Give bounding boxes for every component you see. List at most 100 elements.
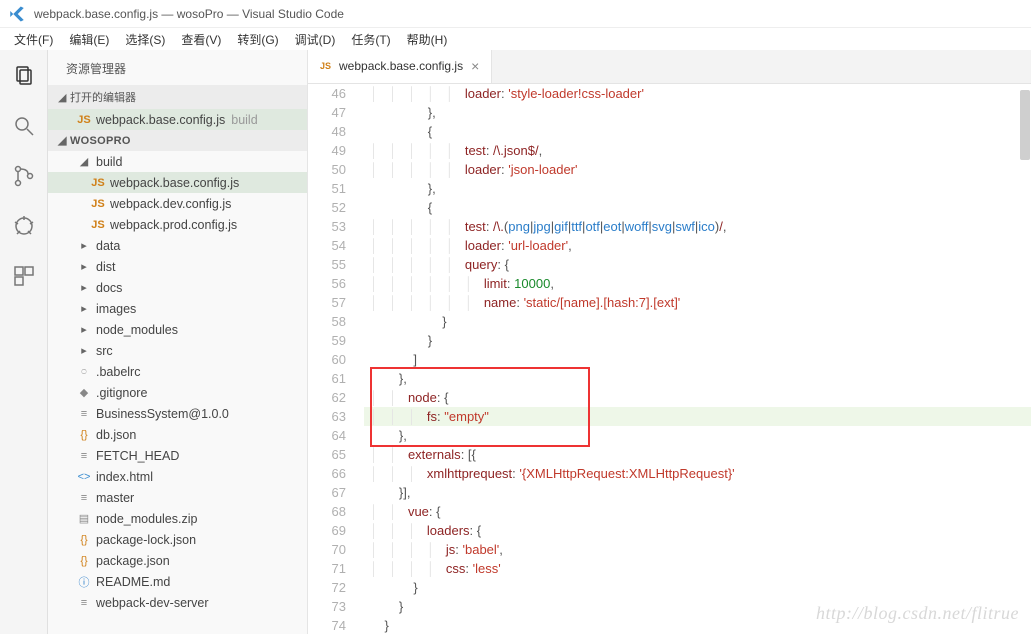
menu-item[interactable]: 文件(F) (6, 31, 61, 48)
code-text[interactable]: │ │ │ │ │ loader: 'style-loader!css-load… (364, 84, 1031, 634)
code-line[interactable]: { (364, 198, 1031, 217)
code-line[interactable]: { (364, 122, 1031, 141)
code-line[interactable]: } (364, 331, 1031, 350)
code-line[interactable]: }, (364, 179, 1031, 198)
code-line[interactable]: } (364, 616, 1031, 634)
folder-item[interactable]: ◢build (48, 151, 307, 172)
js-file-icon: JS (76, 114, 92, 126)
scm-icon[interactable] (10, 162, 38, 190)
code-line[interactable]: │ │ │ │ │ loader: 'url-loader', (364, 236, 1031, 255)
code-line[interactable]: │ │ │ │ js: 'babel', (364, 540, 1031, 559)
menu-item[interactable]: 查看(V) (173, 31, 229, 48)
code-line[interactable]: ] (364, 350, 1031, 369)
code-line[interactable]: │ │ │ │ │ │ name: 'static/[name].[hash:7… (364, 293, 1031, 312)
code-line[interactable]: │ │ │ │ css: 'less' (364, 559, 1031, 578)
tree-label: node_modules.zip (96, 512, 197, 526)
file-item[interactable]: {}db.json (48, 424, 307, 445)
folder-item[interactable]: ▸ images (48, 298, 307, 319)
tree-label: images (96, 302, 136, 316)
scrollbar-thumb[interactable] (1020, 90, 1030, 160)
tree-label: build (96, 155, 122, 169)
code-line[interactable]: │ │ │ xmlhttprequest: '{XMLHttpRequest:X… (364, 464, 1031, 483)
menu-item[interactable]: 帮助(H) (399, 31, 456, 48)
code-line[interactable]: │ │ externals: [{ (364, 445, 1031, 464)
chevron-icon: ▸ (76, 302, 92, 315)
file-type-icon: ≡ (76, 408, 92, 420)
chevron-down-icon: ◢ (58, 91, 70, 104)
file-item[interactable]: <>index.html (48, 466, 307, 487)
chevron-icon: ▸ (76, 281, 92, 294)
folder-item[interactable]: ▸ docs (48, 277, 307, 298)
tree-label: webpack.base.config.js (110, 176, 239, 190)
workspace-header[interactable]: ◢ WOSOPRO (48, 130, 307, 151)
code-line[interactable]: }, (364, 369, 1031, 388)
file-type-icon: <> (76, 471, 92, 483)
file-item[interactable]: JSwebpack.base.config.js (48, 172, 307, 193)
tab-webpack-base-config[interactable]: JS webpack.base.config.js × (308, 50, 492, 83)
folder-item[interactable]: ▸dist (48, 256, 307, 277)
vertical-scrollbar[interactable] (1019, 84, 1031, 634)
explorer-icon[interactable] (10, 62, 38, 90)
file-item[interactable]: ▤ node_modules.zip (48, 508, 307, 529)
folder-item[interactable]: ▸data (48, 235, 307, 256)
code-line[interactable]: │ │ │ loaders: { (364, 521, 1031, 540)
code-line[interactable]: │ │ │ │ │ │ limit: 10000, (364, 274, 1031, 293)
file-item[interactable]: ≡master (48, 487, 307, 508)
code-line[interactable]: │ │ │ │ │ loader: 'json-loader' (364, 160, 1031, 179)
tree-label: BusinessSystem@1.0.0 (96, 407, 229, 421)
code-line[interactable]: } (364, 578, 1031, 597)
code-line[interactable]: }], (364, 483, 1031, 502)
menu-item[interactable]: 任务(T) (343, 31, 398, 48)
window-title: webpack.base.config.js — wosoPro — Visua… (34, 7, 344, 21)
file-type-icon: ೦ (76, 365, 92, 378)
menu-item[interactable]: 调试(D) (287, 31, 344, 48)
code-line[interactable]: } (364, 312, 1031, 331)
file-item[interactable]: {}package.json (48, 550, 307, 571)
file-label: webpack.base.config.js (96, 113, 225, 127)
code-line[interactable]: │ │ node: { (364, 388, 1031, 407)
code-line[interactable]: │ │ vue: { (364, 502, 1031, 521)
tree-label: node_modules (96, 323, 178, 337)
folder-item[interactable]: ▸src (48, 340, 307, 361)
tree-label: FETCH_HEAD (96, 449, 179, 463)
debug-icon[interactable] (10, 212, 38, 240)
sidebar: 资源管理器 ◢ 打开的编辑器 JSwebpack.base.config.jsb… (48, 50, 308, 634)
file-item[interactable]: ≡ BusinessSystem@1.0.0 (48, 403, 307, 424)
code-line[interactable]: │ │ │ │ │ loader: 'style-loader!css-load… (364, 84, 1031, 103)
file-item[interactable]: {}package-lock.json (48, 529, 307, 550)
code-line[interactable]: } (364, 597, 1031, 616)
file-item[interactable]: ◆.gitignore (48, 382, 307, 403)
code-line[interactable]: }, (364, 103, 1031, 122)
search-icon[interactable] (10, 112, 38, 140)
tree-label: docs (96, 281, 122, 295)
file-item[interactable]: ≡ FETCH_HEAD (48, 445, 307, 466)
code-line[interactable]: }, (364, 426, 1031, 445)
file-item[interactable]: JSwebpack.dev.config.js (48, 193, 307, 214)
file-item[interactable]: ೦.babelrc (48, 361, 307, 382)
code-editor[interactable]: 4647484950515253545556575859606162636465… (308, 84, 1031, 634)
tree-label: webpack-dev-server (96, 596, 209, 610)
code-line[interactable]: │ │ │ │ │ test: /\.json$/, (364, 141, 1031, 160)
tree-label: README.md (96, 575, 170, 589)
extensions-icon[interactable] (10, 262, 38, 290)
menu-item[interactable]: 编辑(E) (61, 31, 117, 48)
file-item[interactable]: JSwebpack.prod.config.js (48, 214, 307, 235)
line-numbers: 4647484950515253545556575859606162636465… (308, 84, 364, 634)
menu-item[interactable]: 转到(G) (229, 31, 286, 48)
code-line[interactable]: │ │ │ │ │ test: /\.(png|jpg|gif|ttf|otf|… (364, 217, 1031, 236)
open-editors-header[interactable]: ◢ 打开的编辑器 (48, 85, 307, 109)
close-icon[interactable]: × (471, 59, 479, 73)
open-editor-item[interactable]: JSwebpack.base.config.jsbuild (48, 109, 307, 130)
folder-item[interactable]: ▸node_modules (48, 319, 307, 340)
menu-item[interactable]: 选择(S) (117, 31, 173, 48)
tree-label: master (96, 491, 134, 505)
file-item[interactable]: ⓘREADME.md (48, 571, 307, 592)
chevron-icon: ▸ (76, 260, 92, 273)
code-line[interactable]: │ │ │ fs: "empty" (364, 407, 1031, 426)
file-type-icon: ≡ (76, 450, 92, 462)
activity-bar (0, 50, 48, 634)
code-line[interactable]: │ │ │ │ │ query: { (364, 255, 1031, 274)
file-item[interactable]: ≡webpack-dev-server (48, 592, 307, 613)
file-type-icon: ▤ (76, 512, 92, 525)
menu-bar: 文件(F)编辑(E)选择(S)查看(V)转到(G)调试(D)任务(T)帮助(H) (0, 28, 1031, 50)
